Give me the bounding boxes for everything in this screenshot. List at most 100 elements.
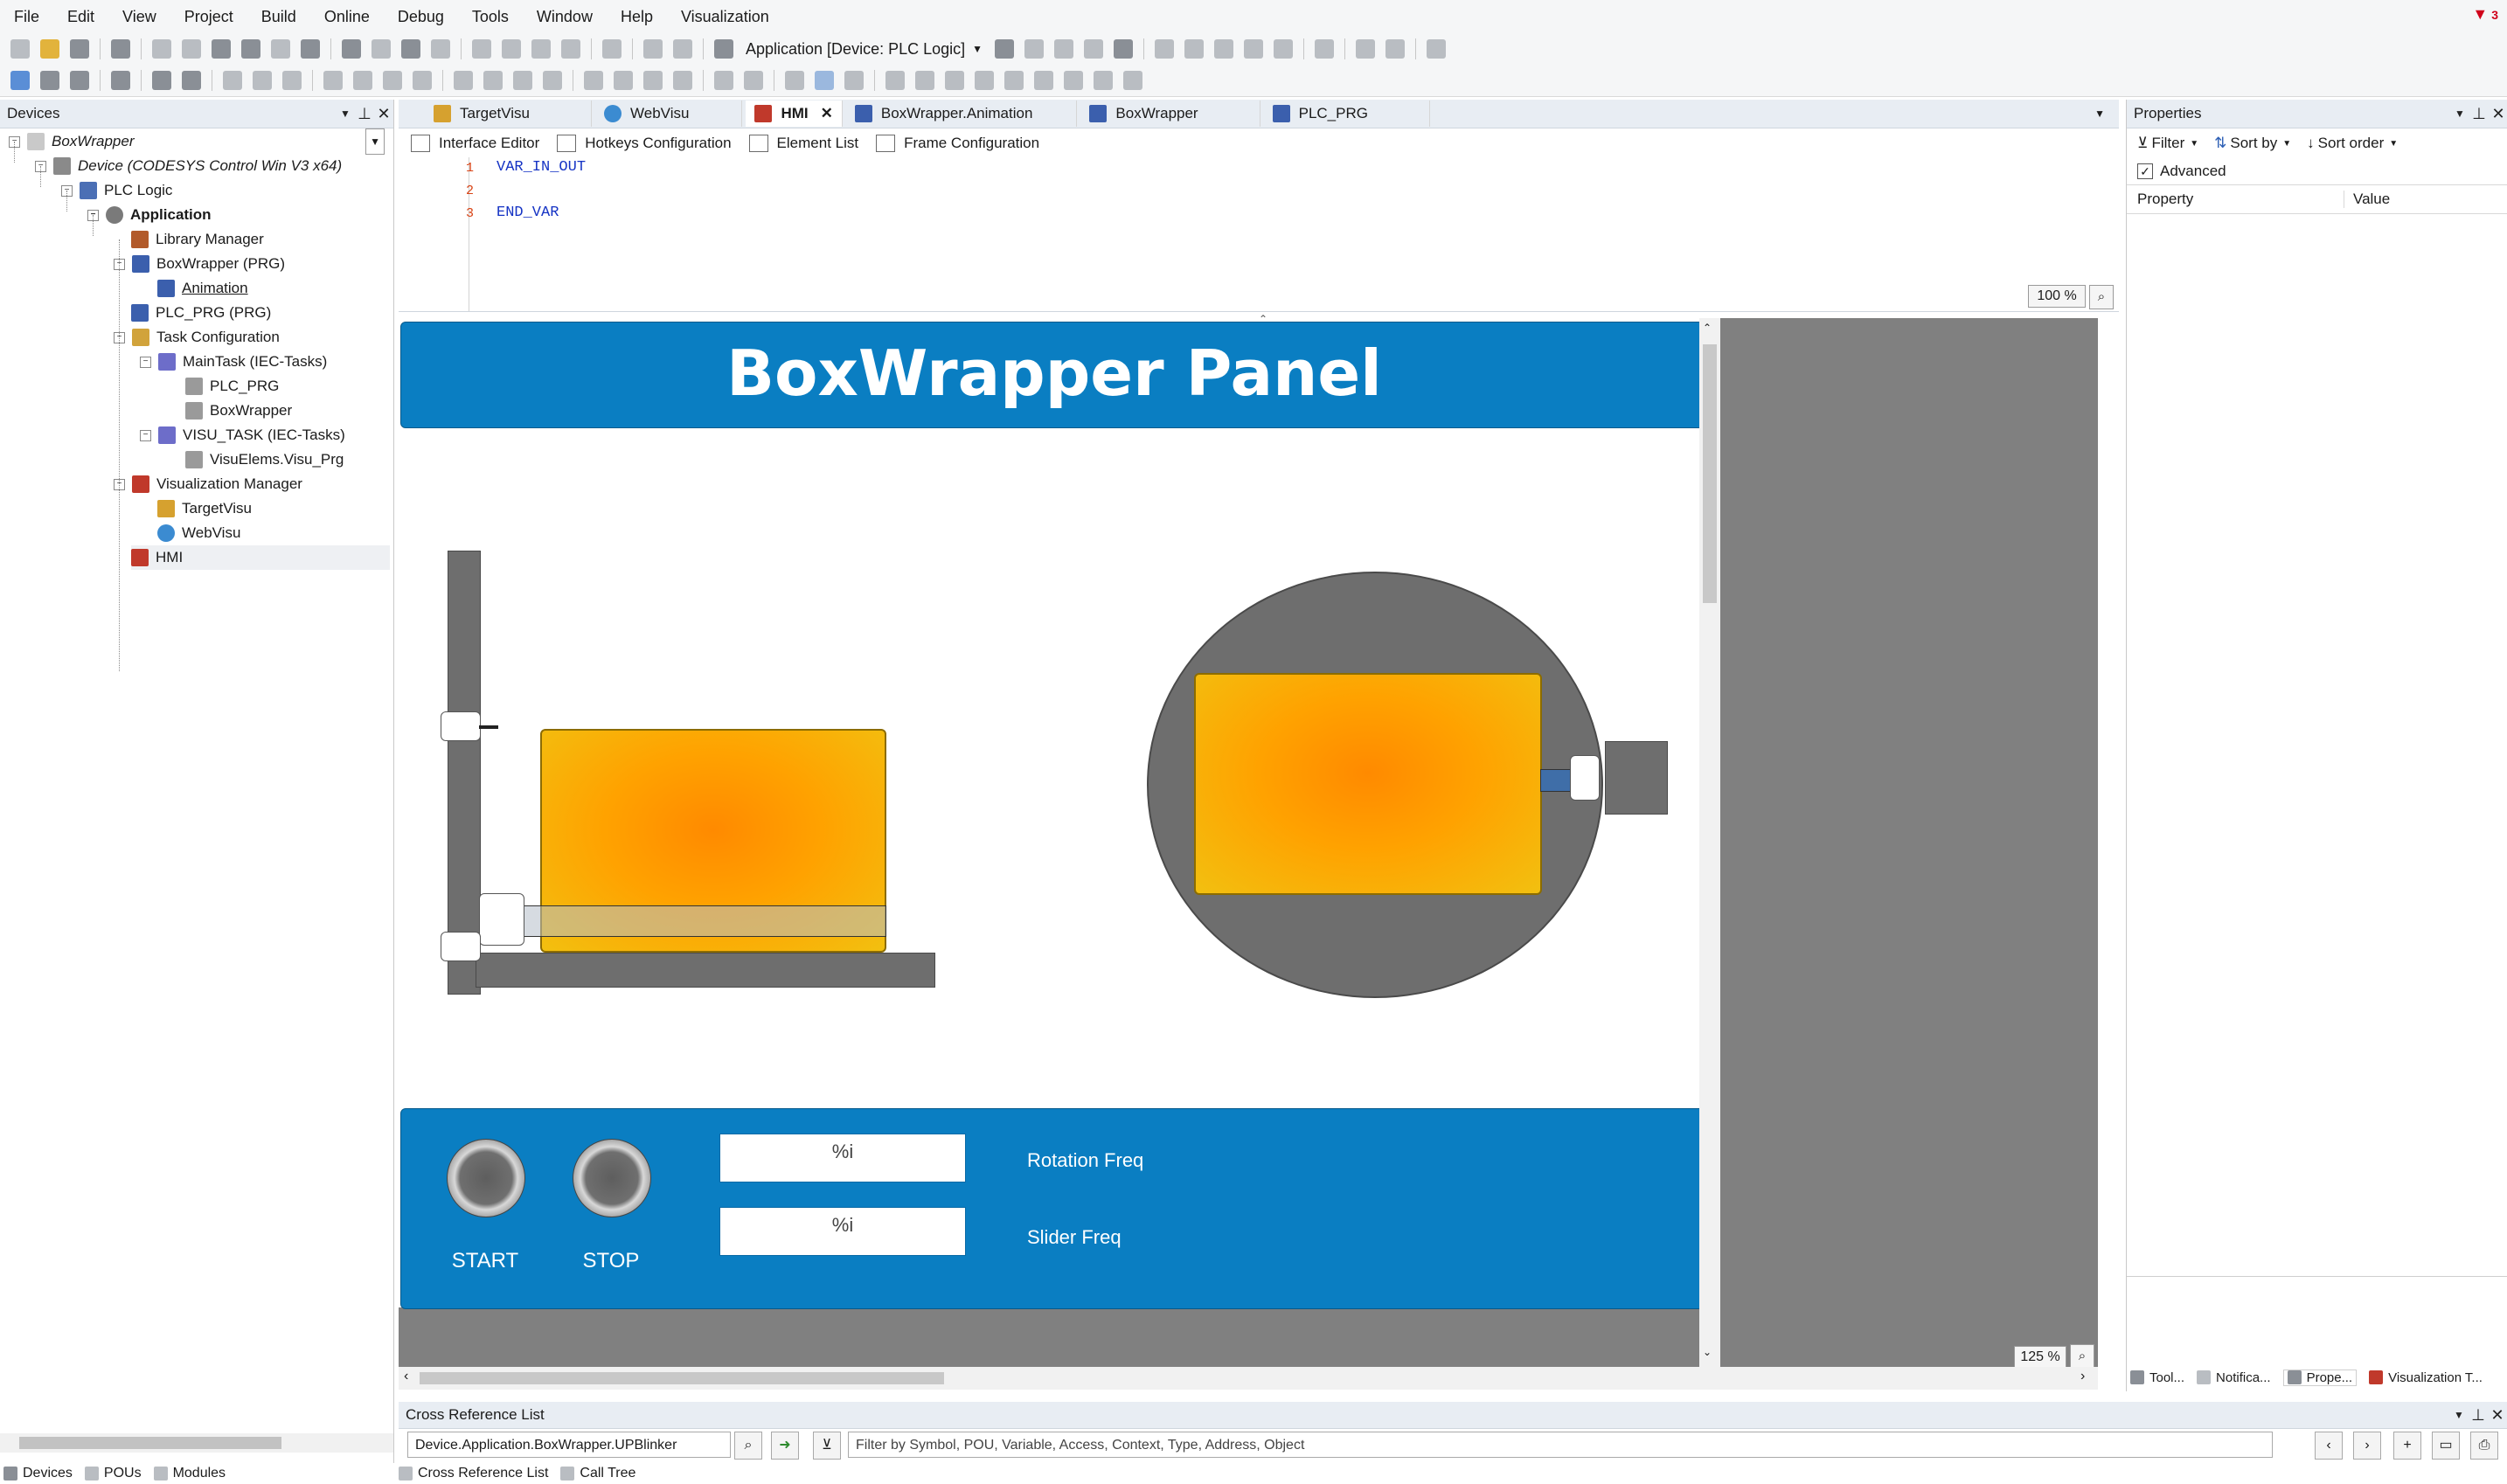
tree-node-maintask-plc-prg[interactable]: PLC_PRG [185,374,279,399]
align-vcenter-icon[interactable] [353,71,372,90]
scroll-up-icon[interactable]: ⌃ [1703,322,1712,334]
panel-menu-icon[interactable]: ▼ [2449,1409,2469,1421]
tab-boxwrapper-animation[interactable]: BoxWrapper.Animation [846,101,1078,127]
tree-node-device[interactable]: − Device (CODESYS Control Win V3 x64) [35,154,342,178]
scroll-left-icon[interactable]: ‹ [404,1369,408,1384]
menu-visualization[interactable]: Visualization [667,0,783,33]
declaration-editor[interactable]: 1 VAR_IN_OUT 2 3 END_VAR 100 % ⌕ [399,157,2119,312]
tab-toolbox[interactable]: Tool... [2130,1370,2184,1385]
tab-visualization-toolbox[interactable]: Visualization T... [2369,1370,2483,1385]
align-right-icon[interactable] [282,71,302,90]
hand-tool-icon[interactable] [40,71,59,90]
select-tool-icon[interactable] [10,71,30,90]
group-icon[interactable] [152,71,171,90]
sort-by-button[interactable]: ⇅ Sort by ▼ [2214,135,2291,152]
tab-list-chevron-icon[interactable]: ▼ [2094,107,2105,120]
paste-icon[interactable] [271,39,290,59]
step-over-icon[interactable] [1155,39,1175,59]
frame-icon[interactable] [111,71,130,90]
start-icon[interactable] [1054,39,1074,59]
tab-devices[interactable]: Devices [3,1466,73,1481]
tab-call-tree[interactable]: Call Tree [560,1466,635,1481]
bookmark-prev-icon[interactable] [531,39,551,59]
distribute-h-icon[interactable] [673,71,692,90]
zoom-magnifier-icon[interactable]: ⌕ [2070,1344,2094,1367]
tree-node-visualization-manager[interactable]: − Visualization Manager [114,472,302,496]
properties-small-icon[interactable] [1123,71,1142,90]
add-icon[interactable]: + [2393,1432,2421,1460]
menu-file[interactable]: File [0,0,53,33]
scroll-thumb[interactable] [19,1437,281,1449]
tree-node-application[interactable]: − Application [87,203,212,227]
scroll-right-icon[interactable]: › [2080,1369,2085,1384]
step-into-icon[interactable] [1184,39,1205,59]
filter-icon[interactable]: ⊻ [813,1432,841,1460]
login-icon[interactable] [995,39,1015,59]
open-folder-icon[interactable] [40,39,59,59]
tree-node-visuelems[interactable]: VisuElems.Visu_Prg [185,447,344,472]
delete-icon[interactable] [301,39,320,59]
find-next-icon[interactable] [431,39,450,59]
next-icon[interactable]: › [2353,1432,2381,1460]
logout-icon[interactable] [1024,39,1045,59]
frame-active-icon[interactable] [815,71,834,90]
bring-front-icon[interactable] [513,71,532,90]
tab-cross-reference-list[interactable]: Cross Reference List [399,1466,548,1481]
active-application-icon[interactable] [714,39,733,59]
zoom-magnifier-icon[interactable]: ⌕ [2089,285,2114,309]
compile-icon[interactable] [602,39,622,59]
tree-node-library-manager[interactable]: Library Manager [131,227,264,252]
tree-node-visu-task[interactable]: − VISU_TASK (IEC-Tasks) [140,423,345,447]
tab-targetvisu[interactable]: TargetVisu [425,101,593,127]
line-icon[interactable] [1034,71,1053,90]
declaration-zoom-level[interactable]: 100 % [2028,285,2086,308]
tab-modules[interactable]: Modules [153,1466,226,1481]
visualization-editor[interactable]: BoxWrapper Panel START STOP %i Rotation … [399,318,2098,1367]
run-to-cursor-icon[interactable] [1244,39,1264,59]
scroll-thumb[interactable] [1703,344,1717,603]
advanced-checkbox[interactable]: ✓ [2137,163,2153,179]
previous-icon[interactable]: ‹ [2315,1432,2343,1460]
write-values-icon[interactable] [1315,39,1335,59]
undo-icon[interactable] [152,39,171,59]
frame-select-icon[interactable] [785,71,804,90]
same-width-icon[interactable] [584,71,603,90]
export-icon[interactable]: ▭ [2432,1432,2460,1460]
export-icon[interactable] [673,39,692,59]
move-down-icon[interactable] [1094,71,1113,90]
visu-horizontal-scrollbar[interactable]: ‹ › [399,1367,2098,1390]
pin-icon[interactable]: ⊥ [2469,1406,2488,1425]
subtab-element-list[interactable]: Element List [748,135,858,152]
menu-project[interactable]: Project [170,0,247,33]
menu-window[interactable]: Window [523,0,607,33]
tree-node-maintask[interactable]: − MainTask (IEC-Tasks) [140,350,327,374]
force-values-icon[interactable] [1356,39,1376,59]
notification-indicator[interactable]: ▼ 3 [2472,5,2498,24]
align-hcenter-icon[interactable] [253,71,272,90]
bookmark-clear-icon[interactable] [561,39,580,59]
menu-debug[interactable]: Debug [384,0,458,33]
send-backward-icon[interactable] [483,71,503,90]
redo-icon[interactable] [182,39,201,59]
filter-input[interactable]: Filter by Symbol, POU, Variable, Access,… [848,1432,2273,1458]
bring-forward-icon[interactable] [454,71,473,90]
tab-pous[interactable]: POUs [84,1466,142,1481]
tab-properties[interactable]: Prope... [2282,1369,2358,1386]
same-size-icon[interactable] [643,71,663,90]
close-icon[interactable]: ✕ [2488,1406,2507,1425]
replace-icon[interactable] [372,39,391,59]
tree-node-plc-prg[interactable]: PLC_PRG (PRG) [131,301,271,325]
reset-icon[interactable] [1114,39,1134,59]
grid-icon[interactable] [744,71,763,90]
subtab-hotkeys[interactable]: Hotkeys Configuration [557,135,732,152]
code-line[interactable]: VAR_IN_OUT [497,159,586,176]
step-out-icon[interactable] [1214,39,1234,59]
tree-node-hmi[interactable]: HMI [131,545,390,570]
stop-button[interactable] [573,1139,651,1217]
scroll-down-icon[interactable]: ⌄ [1703,1346,1712,1358]
visualization-canvas[interactable]: BoxWrapper Panel START STOP %i Rotation … [399,318,1712,1309]
pin-icon[interactable]: ⊥ [355,105,374,123]
tab-boxwrapper[interactable]: BoxWrapper [1080,101,1260,127]
connect-right-icon[interactable] [945,71,964,90]
align-left-icon[interactable] [223,71,242,90]
